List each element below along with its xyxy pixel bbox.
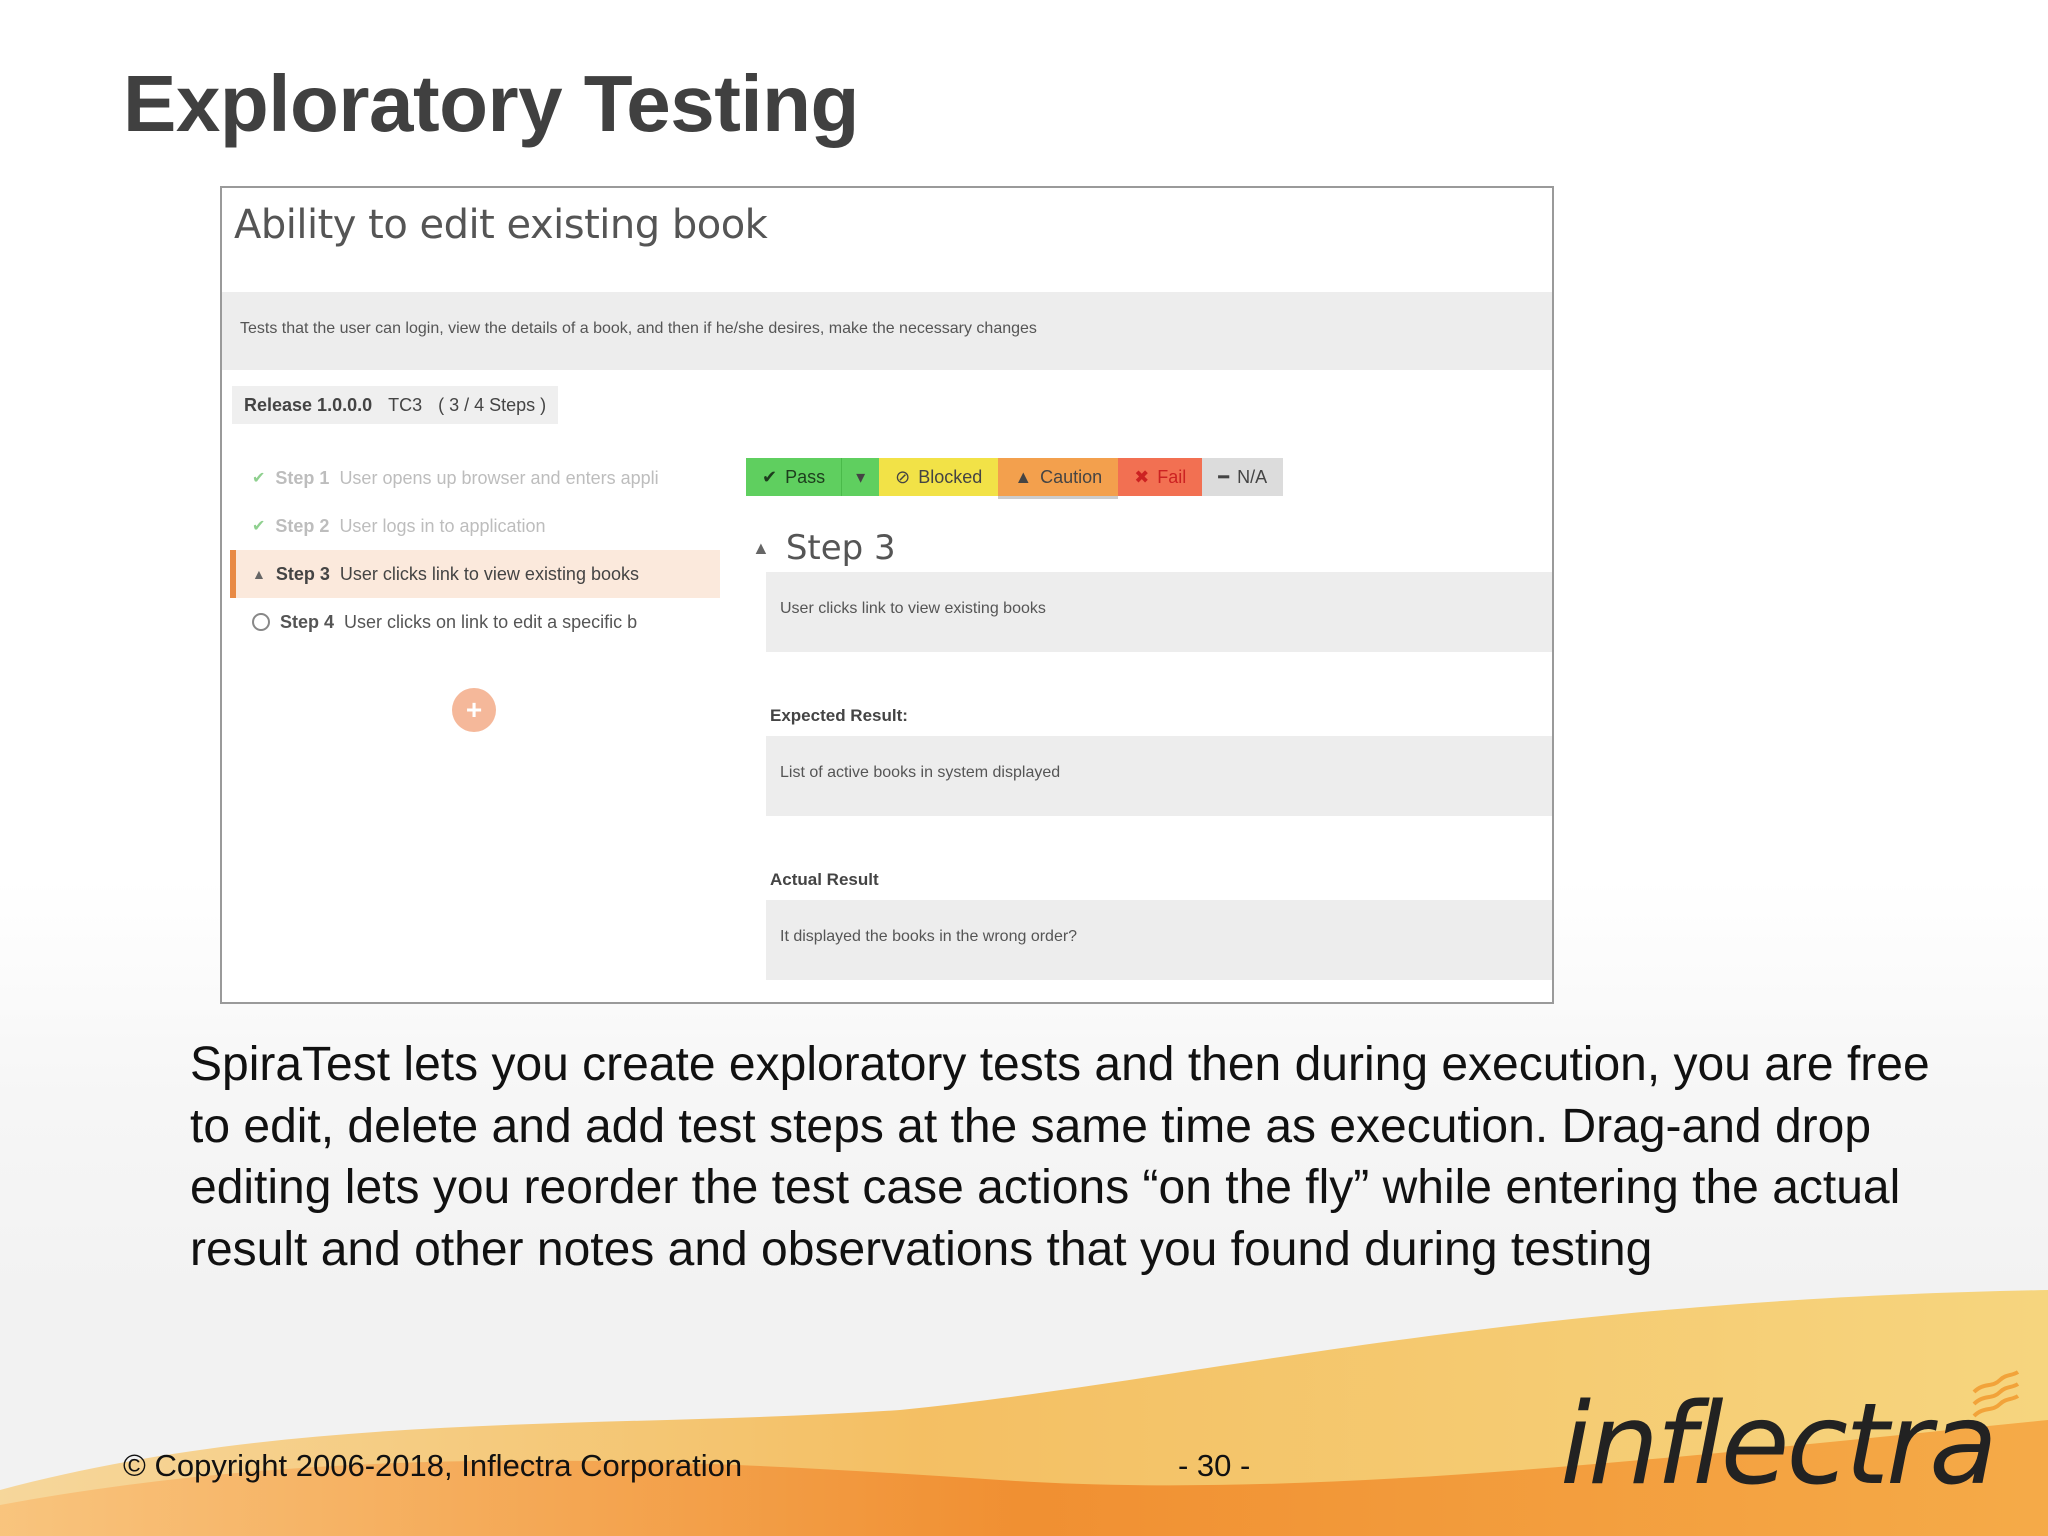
step-item-2[interactable]: ✔ Step 2 User logs in to application [230,502,720,550]
expected-result-field[interactable]: List of active books in system displayed [766,736,1552,816]
warning-icon: ▲ [252,566,266,582]
current-step-header: ▲ Step 3 [752,528,896,568]
expected-result-label: Expected Result: [770,706,908,725]
check-icon: ✔ [762,466,778,487]
copyright-footer: © Copyright 2006-2018, Inflectra Corpora… [123,1448,743,1483]
caret-down-icon: ▾ [856,466,866,487]
circle-icon [252,613,270,631]
release-label: Release 1.0.0.0 [244,394,373,415]
step-list: ✔ Step 1 User opens up browser and enter… [230,454,720,646]
step-text: User opens up browser and enters appli [339,467,659,488]
test-case-description: Tests that the user can login, view the … [222,292,1552,370]
step-item-4[interactable]: Step 4 User clicks on link to edit a spe… [230,598,720,646]
na-label: N/A [1237,466,1268,487]
logo-wave-icon [1972,1370,2020,1418]
close-icon: ✖ [1134,466,1150,487]
pass-button[interactable]: ✔ Pass [746,458,842,496]
actual-result-field[interactable]: It displayed the books in the wrong orde… [766,900,1552,980]
step-text: User logs in to application [339,515,546,536]
page-number: - 30 - [1178,1448,1251,1483]
check-icon: ✔ [252,518,266,535]
warning-icon: ▲ [1014,466,1033,487]
blocked-button[interactable]: ⊘ Blocked [879,458,999,496]
test-case-id: TC3 [388,394,423,415]
step-item-3[interactable]: ▲ Step 3 User clicks link to view existi… [230,550,720,598]
check-icon: ✔ [252,470,266,487]
fail-button[interactable]: ✖ Fail [1118,458,1203,496]
na-button[interactable]: ━ N/A [1202,458,1284,496]
step-number: Step 1 [275,467,330,488]
inflectra-logo: inflectra [1560,1380,1998,1510]
step-number: Step 2 [275,515,330,536]
current-step-title: Step 3 [785,528,896,568]
actual-result-label: Actual Result [770,870,879,889]
spiratest-screenshot: Ability to edit existing book Tests that… [220,186,1554,1004]
pass-label: Pass [785,466,826,487]
slide-body-text: SpiraTest lets you create exploratory te… [190,1038,1930,1276]
fail-label: Fail [1157,466,1187,487]
pass-dropdown-button[interactable]: ▾ [841,458,880,496]
step-item-1[interactable]: ✔ Step 1 User opens up browser and enter… [230,454,720,502]
step-number: Step 3 [275,563,330,584]
warning-icon: ▲ [752,537,770,558]
block-icon: ⊘ [895,466,911,487]
release-bar: Release 1.0.0.0 TC3 ( 3 / 4 Steps ) [232,386,559,424]
step-text: User clicks link to view existing books [339,563,639,584]
step-progress: ( 3 / 4 Steps ) [438,394,547,415]
minus-icon: ━ [1218,466,1230,487]
add-step-button[interactable]: + [452,688,496,732]
status-button-bar: ✔ Pass ▾ ⊘ Blocked ▲ Caution ✖ Fail ━ N/… [746,458,1284,499]
step-text: User clicks on link to edit a specific b [344,611,638,632]
blocked-label: Blocked [918,466,983,487]
step-number: Step 4 [280,611,335,632]
caution-button[interactable]: ▲ Caution [998,458,1119,499]
test-case-title: Ability to edit existing book [234,202,768,248]
caution-label: Caution [1040,466,1103,487]
slide-title: Exploratory Testing [123,59,859,148]
step-description-field[interactable]: User clicks link to view existing books [766,572,1552,652]
